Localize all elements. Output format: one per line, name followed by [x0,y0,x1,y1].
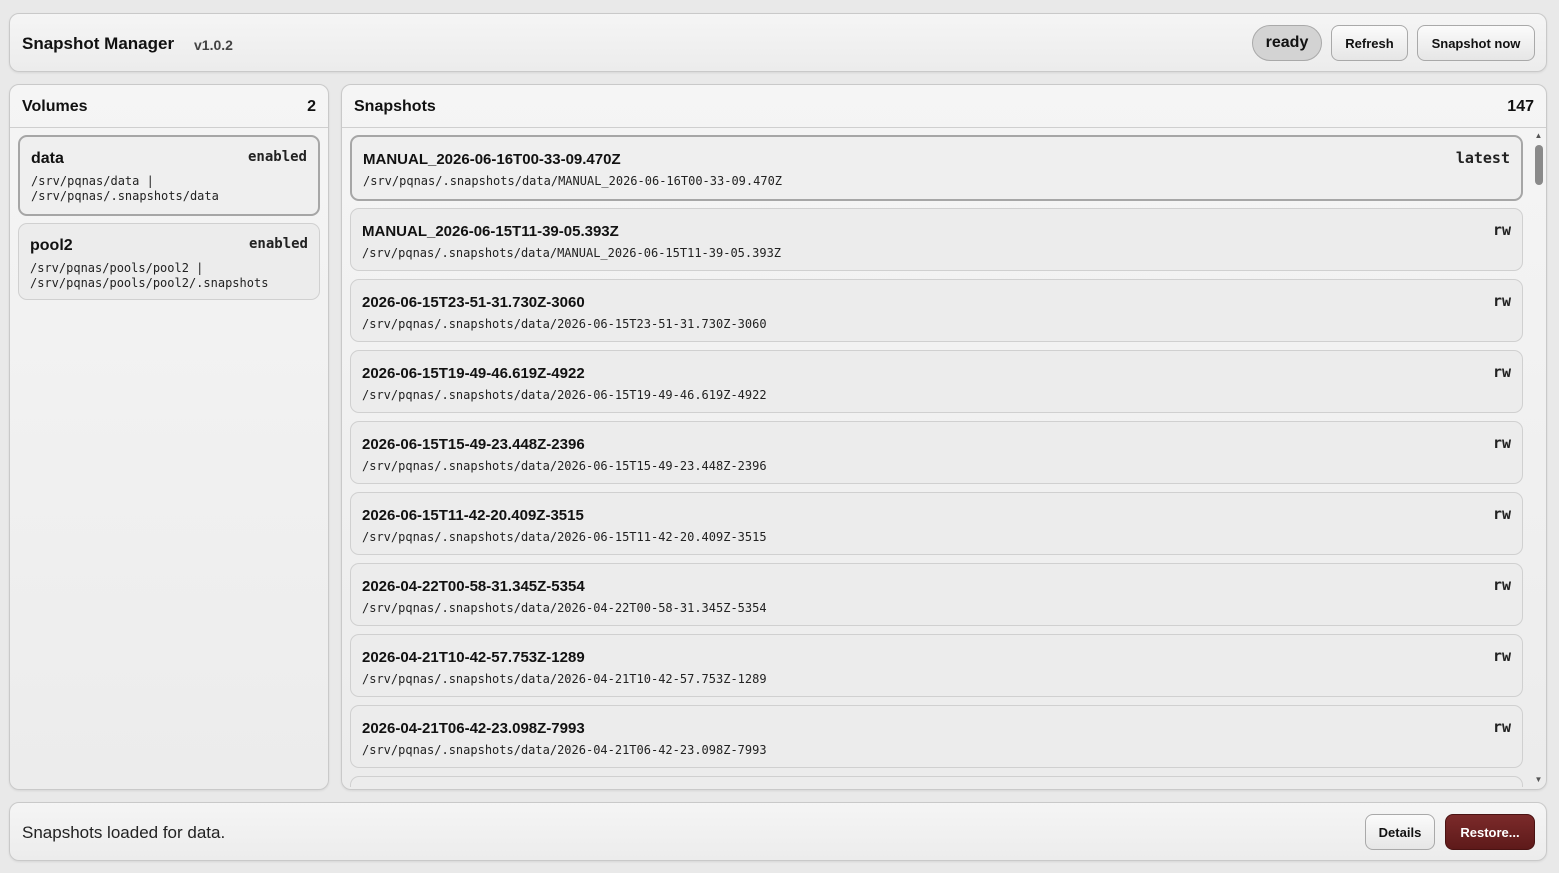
snapshot-tag: rw [1492,647,1511,665]
snapshot-item[interactable]: 2026-04-22T00-58-31.345Z-5354 rw /srv/pq… [350,563,1523,626]
volume-path: /srv/pqnas/data | /srv/pqnas/.snapshots/… [31,174,219,203]
volume-item-data[interactable]: data enabled /srv/pqnas/data | /srv/pqna… [18,135,320,216]
volume-path: /srv/pqnas/pools/pool2 | /srv/pqnas/pool… [30,261,269,290]
volumes-title: Volumes [22,98,88,115]
snapshot-now-button[interactable]: Snapshot now [1417,25,1535,61]
snapshot-tag: rw [1492,434,1511,452]
snapshot-path: /srv/pqnas/.snapshots/data/2026-06-15T11… [362,530,767,544]
snapshot-list[interactable]: MANUAL_2026-06-16T00-33-09.470Z latest /… [342,129,1532,787]
snapshot-path: /srv/pqnas/.snapshots/data/2026-04-21T10… [362,672,767,686]
snapshot-name: 2026-04-22T00-58-31.345Z-5354 [362,578,585,595]
snapshot-tag: rw [1492,505,1511,523]
snapshot-name: 2026-04-21T06-42-23.098Z-7993 [362,720,585,737]
snapshot-tag: latest [1455,149,1510,167]
snapshots-panel: Snapshots 147 MANUAL_2026-06-16T00-33-09… [341,84,1547,790]
status-footer: Snapshots loaded for data. Details Resto… [9,802,1547,861]
snapshot-tag: rw [1492,292,1511,310]
snapshot-item[interactable]: MANUAL_2026-06-16T00-33-09.470Z latest /… [350,135,1523,201]
volume-name: pool2 [30,237,73,254]
snapshot-item[interactable]: 2026-06-15T23-51-31.730Z-3060 rw /srv/pq… [350,279,1523,342]
snapshot-name: 2026-06-15T23-51-31.730Z-3060 [362,294,585,311]
snapshot-path: /srv/pqnas/.snapshots/data/2026-06-15T23… [362,317,767,331]
volumes-header: Volumes 2 [10,85,328,128]
snapshot-tag: rw [1492,221,1511,239]
volume-name: data [31,150,64,167]
snapshot-path: /srv/pqnas/.snapshots/data/2026-04-21T06… [362,743,767,757]
snapshot-path: /srv/pqnas/.snapshots/data/2026-06-15T15… [362,459,767,473]
scroll-thumb[interactable] [1535,145,1543,185]
app-header: Snapshot Manager v1.0.2 ready Refresh Sn… [9,13,1547,72]
snapshot-item[interactable]: MANUAL_2026-06-15T11-39-05.393Z rw /srv/… [350,208,1523,271]
app-version: v1.0.2 [194,37,233,53]
snapshot-name: 2026-06-15T15-49-23.448Z-2396 [362,436,585,453]
restore-button[interactable]: Restore... [1445,814,1535,850]
snapshots-header: Snapshots 147 [342,85,1546,128]
details-button[interactable]: Details [1365,814,1435,850]
volume-item-pool2[interactable]: pool2 enabled /srv/pqnas/pools/pool2 | /… [18,223,320,300]
snapshot-name: 2026-06-15T11-42-20.409Z-3515 [362,507,584,524]
snapshot-path: /srv/pqnas/.snapshots/data/MANUAL_2026-0… [363,174,783,188]
scroll-up-icon[interactable]: ▲ [1532,131,1545,141]
snapshot-item[interactable]: 2026-04-21T10-42-57.753Z-1289 rw /srv/pq… [350,634,1523,697]
snapshot-path: /srv/pqnas/.snapshots/data/2026-06-15T19… [362,388,767,402]
snapshot-name: 2026-06-15T19-49-46.619Z-4922 [362,365,585,382]
volumes-count: 2 [307,98,316,115]
scroll-down-icon[interactable]: ▼ [1532,775,1545,785]
snapshot-scrollbar[interactable]: ▲ ▼ [1532,129,1545,787]
snapshot-item-partial[interactable] [350,776,1523,787]
snapshots-count: 147 [1507,98,1534,115]
snapshot-item[interactable]: 2026-06-15T11-42-20.409Z-3515 rw /srv/pq… [350,492,1523,555]
volume-state: enabled [248,236,308,252]
volumes-panel: Volumes 2 data enabled /srv/pqnas/data |… [9,84,329,790]
refresh-button[interactable]: Refresh [1331,25,1408,61]
snapshot-item[interactable]: 2026-06-15T19-49-46.619Z-4922 rw /srv/pq… [350,350,1523,413]
snapshots-title: Snapshots [354,98,436,115]
snapshot-path: /srv/pqnas/.snapshots/data/2026-04-22T00… [362,601,767,615]
volume-state: enabled [247,149,307,165]
snapshot-tag: rw [1492,718,1511,736]
snapshot-item[interactable]: 2026-04-21T06-42-23.098Z-7993 rw /srv/pq… [350,705,1523,768]
snapshot-tag: rw [1492,363,1511,381]
status-message: Snapshots loaded for data. [22,823,226,842]
snapshot-item[interactable]: 2026-06-15T15-49-23.448Z-2396 rw /srv/pq… [350,421,1523,484]
app-title: Snapshot Manager [22,34,175,53]
snapshot-name: MANUAL_2026-06-16T00-33-09.470Z [363,151,621,168]
snapshot-path: /srv/pqnas/.snapshots/data/MANUAL_2026-0… [362,246,782,260]
snapshot-name: MANUAL_2026-06-15T11-39-05.393Z [362,223,619,240]
snapshot-tag: rw [1492,576,1511,594]
status-badge: ready [1252,25,1322,61]
snapshot-name: 2026-04-21T10-42-57.753Z-1289 [362,649,585,666]
